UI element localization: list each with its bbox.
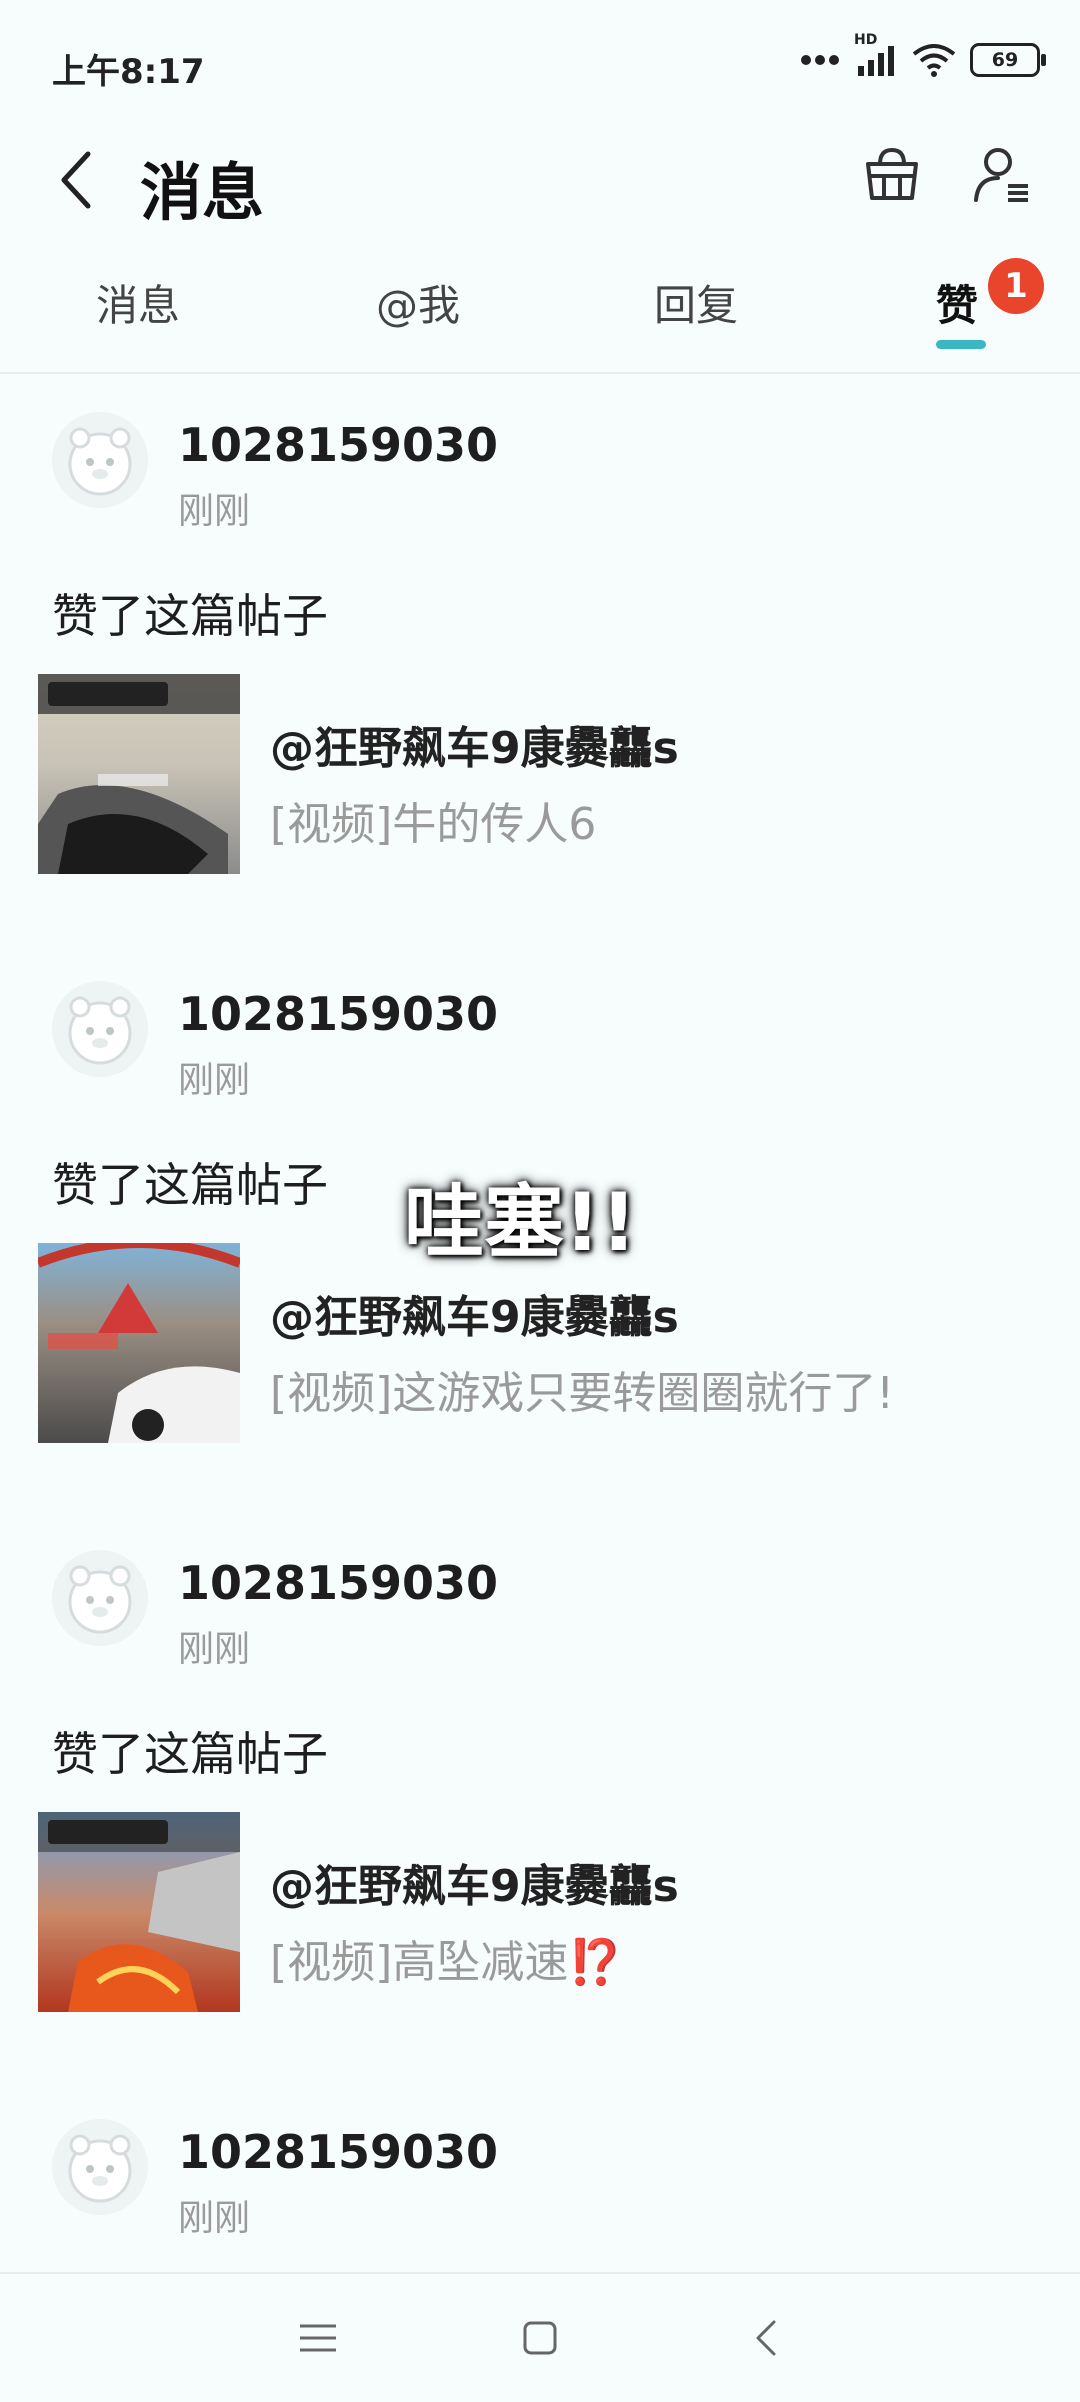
- message-tabs: 消息 @我 回复 赞: [0, 240, 1080, 374]
- menu-icon[interactable]: [294, 2314, 342, 2362]
- battery-icon: 69: [970, 43, 1046, 77]
- post-title[interactable]: [视频]高坠减速⁉️: [270, 1926, 623, 1990]
- tab-replies[interactable]: 回复: [654, 272, 738, 333]
- home-square-icon[interactable]: [516, 2314, 564, 2362]
- avatar-default-icon: [68, 1565, 132, 1634]
- more-dots-icon: [801, 55, 839, 65]
- back-chevron-icon[interactable]: [744, 2314, 792, 2362]
- post-title[interactable]: [视频]牛的传人6: [270, 788, 596, 852]
- top-app-bar: 消息: [0, 120, 1080, 240]
- post-title[interactable]: [视频]这游戏只要转圈圈就行了!: [270, 1357, 894, 1421]
- back-arrow-icon[interactable]: [52, 148, 102, 212]
- avatar-default-icon: [68, 427, 132, 496]
- tab-likes[interactable]: 赞: [936, 272, 978, 333]
- list-item[interactable]: 1028159030 刚刚 赞了这篇帖子 @狂野飙车9康爨龘s [视频]高坠减速…: [0, 1510, 1080, 2079]
- avatar[interactable]: [52, 1550, 148, 1646]
- video-thumbnail[interactable]: [38, 1243, 240, 1443]
- timestamp: 刚刚: [178, 2198, 251, 2239]
- shop-basket-icon[interactable]: [860, 142, 924, 206]
- like-action-text: 赞了这篇帖子: [52, 1158, 328, 1212]
- tab-messages[interactable]: 消息: [96, 272, 180, 333]
- avatar-default-icon: [68, 2134, 132, 2203]
- avatar-default-icon: [68, 996, 132, 1065]
- post-author[interactable]: @狂野飙车9康爨龘s: [270, 712, 679, 776]
- video-thumbnail[interactable]: [38, 1812, 240, 2012]
- network-type-label: HD: [854, 32, 878, 48]
- username[interactable]: 1028159030: [178, 987, 498, 1041]
- status-icons: HD 69: [800, 32, 1046, 80]
- timestamp: 刚刚: [178, 491, 251, 532]
- page-title: 消息: [140, 156, 265, 229]
- system-navigation-bar: [0, 2272, 1080, 2402]
- list-item[interactable]: 1028159030 刚刚: [0, 2079, 1080, 2272]
- timestamp: 刚刚: [178, 1060, 251, 1101]
- likes-badge: 1: [988, 258, 1044, 314]
- username[interactable]: 1028159030: [178, 1556, 498, 1610]
- video-caption-overlay: 哇塞!!: [404, 1176, 637, 1269]
- active-tab-indicator: [936, 340, 986, 349]
- status-bar: 上午8:17 HD 69: [0, 0, 1080, 120]
- avatar[interactable]: [52, 2119, 148, 2215]
- like-action-text: 赞了这篇帖子: [52, 1727, 328, 1781]
- list-item[interactable]: 1028159030 刚刚 赞了这篇帖子 @狂野飙车9康爨龘s [视频]牛的传人…: [0, 372, 1080, 941]
- status-time: 上午8:17: [52, 52, 205, 92]
- wifi-icon: [912, 44, 956, 77]
- like-action-text: 赞了这篇帖子: [52, 589, 328, 643]
- user-settings-icon[interactable]: [970, 142, 1034, 206]
- avatar[interactable]: [52, 981, 148, 1077]
- cellular-signal-icon: HD: [854, 32, 898, 80]
- post-author[interactable]: @狂野飙车9康爨龘s: [270, 1281, 679, 1345]
- username[interactable]: 1028159030: [178, 2125, 498, 2179]
- timestamp: 刚刚: [178, 1629, 251, 1670]
- tab-mentions[interactable]: @我: [376, 272, 460, 333]
- video-thumbnail[interactable]: [38, 674, 240, 874]
- avatar[interactable]: [52, 412, 148, 508]
- post-author[interactable]: @狂野飙车9康爨龘s: [270, 1850, 679, 1914]
- username[interactable]: 1028159030: [178, 418, 498, 472]
